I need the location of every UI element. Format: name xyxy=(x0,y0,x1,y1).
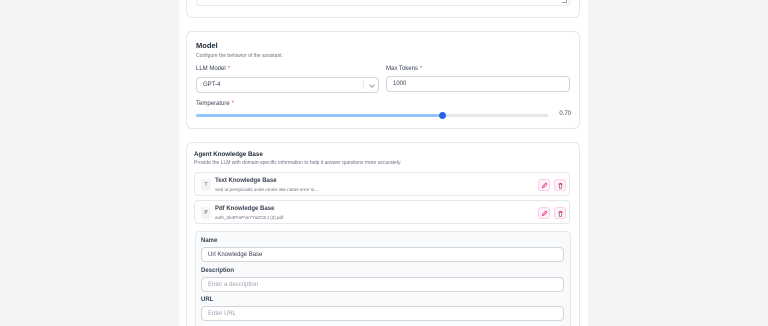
resize-grip-icon[interactable] xyxy=(562,0,567,3)
kb-type-badge: T xyxy=(201,179,211,191)
kb-item-name: Pdf Knowledge Base xyxy=(215,206,275,212)
required-asterisk: * xyxy=(227,66,231,72)
chevron-down-icon[interactable] xyxy=(369,82,375,88)
url-placeholder: Enter URL xyxy=(208,310,237,317)
max-tokens-input[interactable]: 1000 xyxy=(386,76,570,92)
knowledge-base-title: Agent Knowledge Base xyxy=(194,151,263,158)
edit-button[interactable] xyxy=(538,179,550,191)
description-placeholder: Enter a description xyxy=(208,281,259,288)
max-tokens-label: Max Tokens * xyxy=(386,66,423,72)
url-label: URL xyxy=(201,297,214,303)
knowledge-item-text[interactable]: T Text Knowledge Base Sed ut perspiciati… xyxy=(194,172,570,196)
kb-type-badge: P xyxy=(201,207,211,219)
max-tokens-value: 1000 xyxy=(393,81,407,87)
kb-item-desc: Sed ut perspiciatis unde omnis iste natu… xyxy=(215,187,318,192)
temperature-label: Temperature * xyxy=(196,101,235,107)
required-asterisk: * xyxy=(231,101,235,107)
url-input[interactable]: Enter URL xyxy=(201,306,564,321)
temperature-slider-fill xyxy=(196,114,443,117)
knowledge-item-pdf[interactable]: P Pdf Knowledge Base auth_3e4PmPVe7YaZCE… xyxy=(194,200,570,224)
model-subtitle: Configure the behavior of the assistant. xyxy=(196,53,283,59)
trash-icon xyxy=(557,182,563,189)
knowledge-base-subtitle: Provide the LLM with domain-specific inf… xyxy=(194,160,402,166)
description-label: Description xyxy=(201,268,235,274)
name-value: Url Knowledge Base xyxy=(208,251,263,258)
temperature-slider[interactable] xyxy=(196,112,548,119)
llm-model-label: LLM Model * xyxy=(196,66,231,72)
name-label: Name xyxy=(201,238,218,244)
kb-item-desc: auth_3e4PmPVe7YaZCEJ (2).pdf xyxy=(215,215,284,220)
pencil-icon xyxy=(541,182,547,188)
temperature-value: 0.70 xyxy=(559,111,571,117)
llm-model-select[interactable]: GPT-4 xyxy=(196,77,379,93)
pencil-icon xyxy=(541,210,547,216)
required-asterisk: * xyxy=(419,66,423,72)
delete-button[interactable] xyxy=(554,207,566,219)
description-input[interactable]: Enter a description xyxy=(201,277,564,292)
edit-button[interactable] xyxy=(538,207,550,219)
previous-textarea[interactable] xyxy=(196,0,570,6)
trash-icon xyxy=(557,210,563,217)
select-divider xyxy=(363,81,364,89)
previous-section-card xyxy=(186,0,580,18)
delete-button[interactable] xyxy=(554,179,566,191)
kb-item-name: Text Knowledge Base xyxy=(215,178,277,184)
llm-model-value: GPT-4 xyxy=(203,82,221,88)
model-title: Model xyxy=(196,41,218,50)
name-input[interactable]: Url Knowledge Base xyxy=(201,247,564,262)
